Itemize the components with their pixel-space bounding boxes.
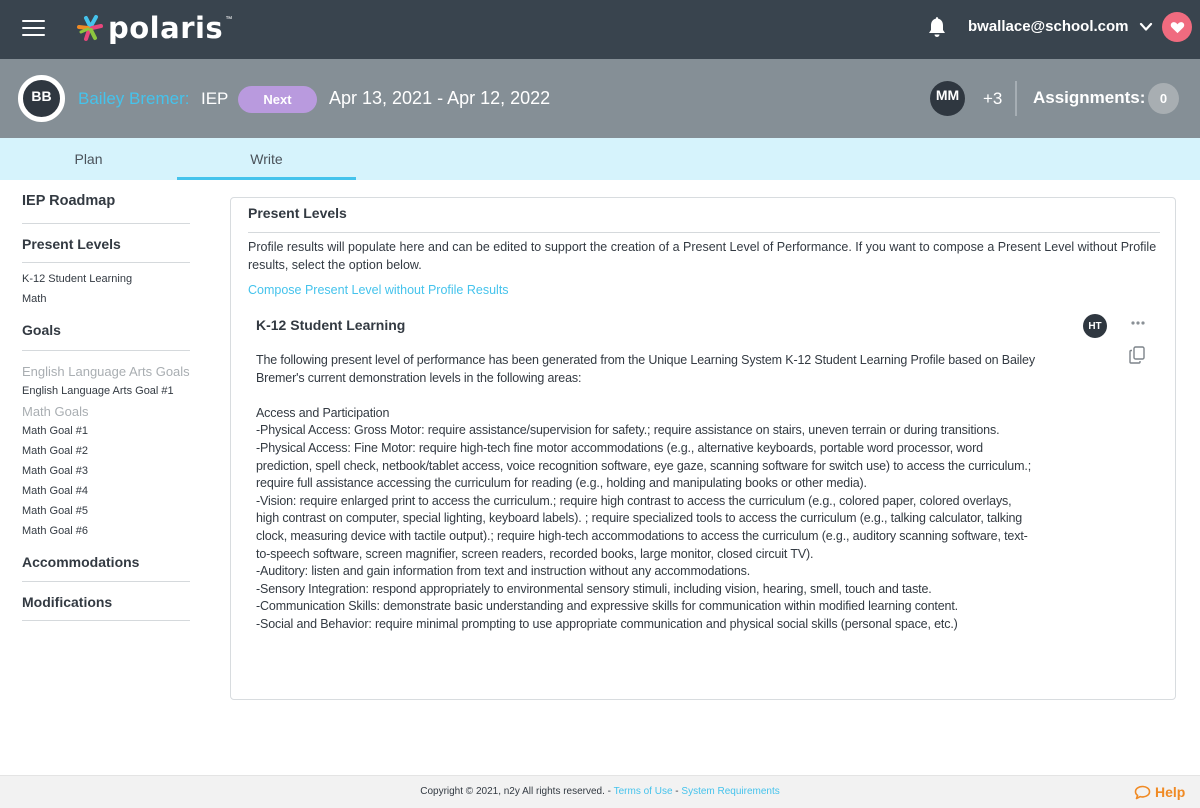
next-button[interactable]: Next (238, 86, 317, 113)
favorites-button[interactable] (1162, 12, 1192, 42)
terms-of-use-link[interactable]: Terms of Use (614, 786, 673, 797)
heart-icon (1170, 21, 1184, 33)
sidebar-item-goals[interactable]: Goals (22, 322, 190, 338)
assignments-count-badge[interactable]: 0 (1148, 83, 1179, 114)
tab-write[interactable]: Write (177, 138, 356, 180)
divider (248, 232, 1160, 233)
sidebar-item-math-goal-1[interactable]: Math Goal #1 (22, 425, 190, 437)
present-levels-card: Present Levels Profile results will popu… (230, 197, 1176, 700)
top-navigation-bar: polaris ™ bwallace@school.com (0, 0, 1200, 59)
polaris-logo-icon (77, 15, 103, 41)
sidebar-item-modifications[interactable]: Modifications (22, 594, 190, 610)
intro-text: Profile results will populate here and c… (248, 240, 1157, 272)
copyright-text: Copyright © 2021, n2y All rights reserve… (420, 786, 614, 797)
sidebar-item-math-goal-5[interactable]: Math Goal #5 (22, 505, 190, 517)
hamburger-menu-icon[interactable] (22, 20, 45, 36)
header-divider (1015, 81, 1017, 116)
sidebar-item-math-goal-4[interactable]: Math Goal #4 (22, 485, 190, 497)
editor-avatar[interactable]: HT (1083, 314, 1107, 338)
student-avatar: BB (18, 75, 65, 122)
roadmap-title: IEP Roadmap (22, 193, 116, 209)
polaris-logo[interactable]: polaris ™ (76, 11, 233, 45)
footer: Copyright © 2021, n2y All rights reserve… (0, 775, 1200, 808)
divider (22, 223, 190, 224)
iep-date-range: Apr 13, 2021 - Apr 12, 2022 (329, 88, 551, 108)
divider (22, 262, 190, 263)
tab-bar: Plan Write (0, 138, 1200, 180)
additional-collaborators-count[interactable]: +3 (983, 89, 1002, 109)
sidebar-item-math-goal-6[interactable]: Math Goal #6 (22, 525, 190, 537)
divider (22, 581, 190, 582)
help-button[interactable]: Help (1134, 784, 1185, 800)
sidebar-item-math[interactable]: Math (22, 293, 190, 305)
system-requirements-link[interactable]: System Requirements (681, 786, 779, 797)
trademark: ™ (225, 16, 233, 23)
sidebar-item-present-levels[interactable]: Present Levels (22, 236, 190, 252)
brand-name: polaris (108, 11, 224, 45)
chat-bubble-icon (1134, 785, 1151, 799)
sidebar-item-math-goal-2[interactable]: Math Goal #2 (22, 445, 190, 457)
sidebar-item-accommodations[interactable]: Accommodations (22, 554, 190, 570)
student-name-link[interactable]: Bailey Bremer: (78, 89, 189, 109)
page-title: Present Levels (248, 205, 347, 221)
divider (22, 620, 190, 621)
more-options-icon[interactable] (1130, 319, 1146, 327)
help-label: Help (1155, 784, 1186, 800)
sidebar-group-math-goals[interactable]: Math Goals (22, 404, 190, 419)
sidebar-item-ela-goal-1[interactable]: English Language Arts Goal #1 (22, 385, 190, 397)
divider (22, 350, 190, 351)
sidebar-item-k12-student-learning[interactable]: K-12 Student Learning (22, 273, 190, 285)
assignments-label: Assignments: (1033, 88, 1146, 107)
compose-present-level-link[interactable]: Compose Present Level without Profile Re… (248, 283, 509, 297)
iep-roadmap-sidebar: IEP Roadmap Present Levels K-12 Student … (22, 180, 190, 621)
section-title: K-12 Student Learning (256, 317, 406, 333)
collaborator-avatar[interactable]: MM (930, 81, 965, 116)
present-level-body-text[interactable]: The following present level of performan… (256, 352, 1036, 634)
sidebar-item-math-goal-3[interactable]: Math Goal #3 (22, 465, 190, 477)
user-account-menu[interactable]: bwallace@school.com (968, 18, 1129, 35)
bell-icon[interactable] (927, 16, 947, 38)
tab-plan[interactable]: Plan (0, 138, 177, 180)
chevron-down-icon[interactable] (1139, 20, 1153, 34)
sidebar-group-ela-goals[interactable]: English Language Arts Goals (22, 364, 190, 379)
copy-icon[interactable] (1129, 346, 1145, 364)
student-header-bar: BB Bailey Bremer: IEP Next Apr 13, 2021 … (0, 59, 1200, 138)
footer-text: Copyright © 2021, n2y All rights reserve… (0, 786, 1200, 797)
document-type: IEP (201, 89, 229, 108)
